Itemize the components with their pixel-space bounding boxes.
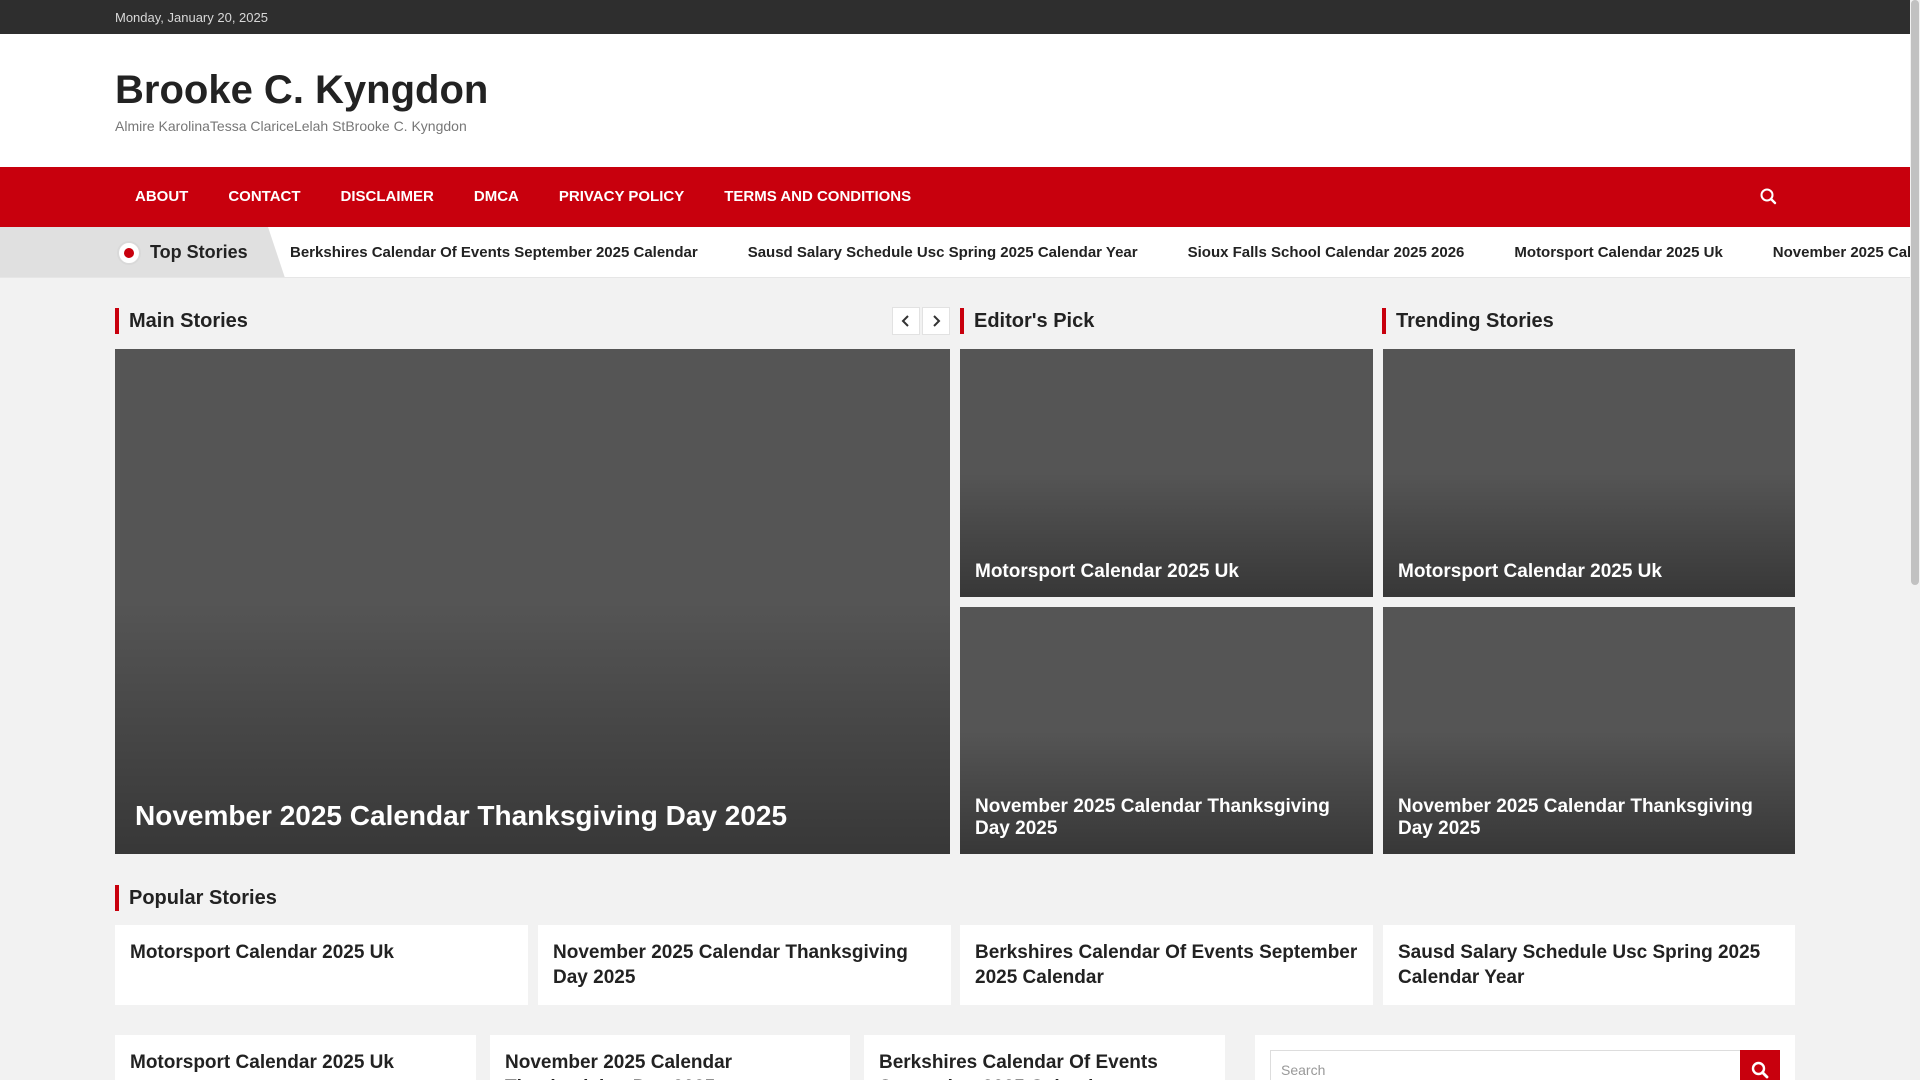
- trending-title[interactable]: November 2025 Calendar Thanksgiving Day …: [1398, 796, 1775, 840]
- chevron-left-icon: [901, 315, 909, 327]
- slider-controls: [892, 307, 950, 335]
- main-story-card[interactable]: November 2025 Calendar Thanksgiving Day …: [115, 349, 950, 854]
- page-scrollbar[interactable]: [1910, 0, 1920, 1080]
- main-story-title[interactable]: November 2025 Calendar Thanksgiving Day …: [135, 800, 930, 832]
- prev-slide-button[interactable]: [892, 307, 920, 335]
- nav-item-about[interactable]: ABOUT: [115, 167, 208, 227]
- post-card[interactable]: November 2025 Calendar Thanksgiving Day …: [490, 1035, 850, 1080]
- trending-card[interactable]: November 2025 Calendar Thanksgiving Day …: [1383, 607, 1795, 854]
- editors-pick-title[interactable]: Motorsport Calendar 2025 Uk: [975, 561, 1353, 583]
- live-dot-icon: [117, 241, 141, 265]
- trending-stories-heading: Trending Stories: [1382, 308, 1554, 334]
- editors-pick-card[interactable]: November 2025 Calendar Thanksgiving Day …: [960, 607, 1373, 854]
- editors-pick-card[interactable]: Motorsport Calendar 2025 Uk: [960, 349, 1373, 597]
- nav-item-dmca[interactable]: DMCA: [454, 167, 539, 227]
- scrollbar-thumb[interactable]: [1911, 0, 1919, 585]
- current-date: Monday, January 20, 2025: [115, 10, 268, 25]
- ticker-title: Top Stories: [150, 242, 248, 262]
- site-header: Brooke C. Kyngdon Almire KarolinaTessa C…: [0, 34, 1910, 167]
- popular-story-card[interactable]: Berkshires Calendar Of Events September …: [960, 925, 1373, 1005]
- popular-story-card[interactable]: Sausd Salary Schedule Usc Spring 2025 Ca…: [1383, 925, 1795, 1005]
- ticker-item[interactable]: Motorsport Calendar 2025 Uk: [1514, 227, 1722, 277]
- ticker-item[interactable]: Berkshires Calendar Of Events September …: [290, 227, 698, 277]
- trending-card[interactable]: Motorsport Calendar 2025 Uk: [1383, 349, 1795, 597]
- popular-story-card[interactable]: Motorsport Calendar 2025 Uk: [115, 925, 528, 1005]
- next-slide-button[interactable]: [922, 307, 950, 335]
- top-stories-ticker: Top Stories Berkshires Calendar Of Event…: [0, 227, 1910, 278]
- nav-item-terms[interactable]: TERMS AND CONDITIONS: [704, 167, 931, 227]
- editors-pick-heading: Editor's Pick: [960, 308, 1094, 334]
- popular-stories-heading: Popular Stories: [115, 885, 277, 911]
- post-card[interactable]: Berkshires Calendar Of Events September …: [864, 1035, 1225, 1080]
- search-input[interactable]: [1270, 1050, 1745, 1080]
- ticker-label-box: Top Stories: [0, 227, 285, 277]
- search-icon[interactable]: [1756, 184, 1782, 210]
- nav-item-disclaimer[interactable]: DISCLAIMER: [321, 167, 454, 227]
- search-button[interactable]: [1740, 1050, 1780, 1080]
- site-description: Almire KarolinaTessa ClariceLelah StBroo…: [115, 118, 467, 134]
- sidebar-search-widget: [1255, 1035, 1795, 1080]
- search-icon: [1751, 1061, 1769, 1079]
- site-title[interactable]: Brooke C. Kyngdon: [115, 68, 488, 113]
- post-card[interactable]: Motorsport Calendar 2025 Uk: [115, 1035, 476, 1080]
- trending-title[interactable]: Motorsport Calendar 2025 Uk: [1398, 561, 1775, 583]
- popular-story-card[interactable]: November 2025 Calendar Thanksgiving Day …: [538, 925, 951, 1005]
- ticker-item[interactable]: Sioux Falls School Calendar 2025 2026: [1188, 227, 1465, 277]
- nav-item-contact[interactable]: CONTACT: [208, 167, 320, 227]
- top-bar: Monday, January 20, 2025: [0, 0, 1910, 34]
- editors-pick-title[interactable]: November 2025 Calendar Thanksgiving Day …: [975, 796, 1353, 840]
- nav-item-privacy-policy[interactable]: PRIVACY POLICY: [539, 167, 704, 227]
- ticker-item[interactable]: Sausd Salary Schedule Usc Spring 2025 Ca…: [748, 227, 1138, 277]
- main-navigation: ABOUT CONTACT DISCLAIMER DMCA PRIVACY PO…: [0, 167, 1910, 227]
- ticker-item[interactable]: November 2025 Calendar Thanksgiving Day …: [1773, 227, 1910, 277]
- main-stories-heading: Main Stories: [115, 308, 248, 334]
- chevron-right-icon: [933, 315, 941, 327]
